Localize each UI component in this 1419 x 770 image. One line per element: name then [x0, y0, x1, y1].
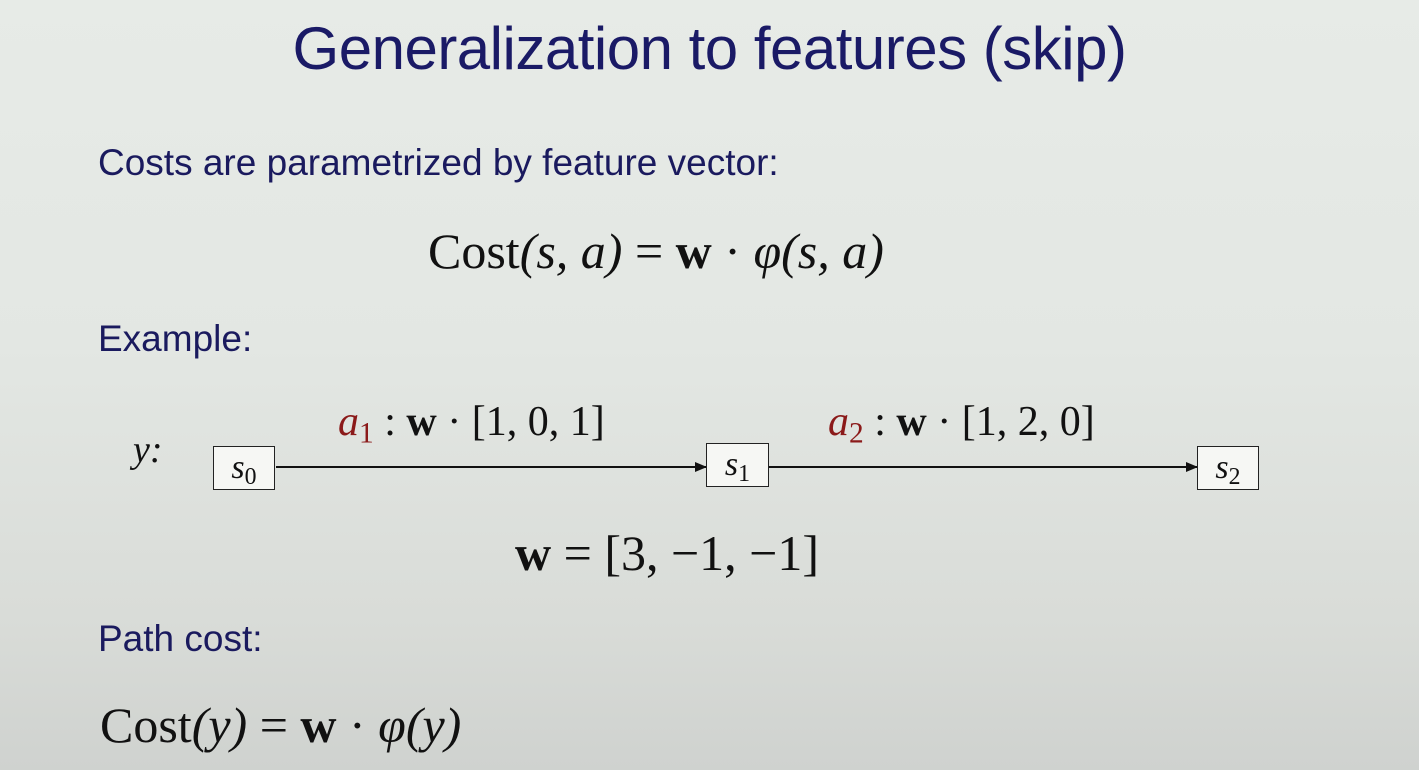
- state-node-s2: s2: [1197, 446, 1259, 490]
- state-node-s1: s1: [706, 443, 769, 487]
- path-cost-formula: Cost(y) = w · φ(y): [100, 697, 462, 753]
- weight-vector-definition: w = [3, −1, −1]: [515, 525, 820, 581]
- action-label-a2: a2 : w · [1, 2, 0]: [828, 399, 1095, 450]
- action-symbol: a1: [338, 399, 374, 450]
- state-node-s0: s0: [213, 446, 275, 490]
- action-symbol: a2: [828, 399, 864, 450]
- feature-vector: [1, 0, 1]: [471, 399, 605, 445]
- feature-vector: [1, 2, 0]: [961, 399, 1095, 445]
- action-label-a1: a1 : w · [1, 0, 1]: [338, 399, 605, 450]
- path-cost-label: Path cost:: [98, 618, 263, 659]
